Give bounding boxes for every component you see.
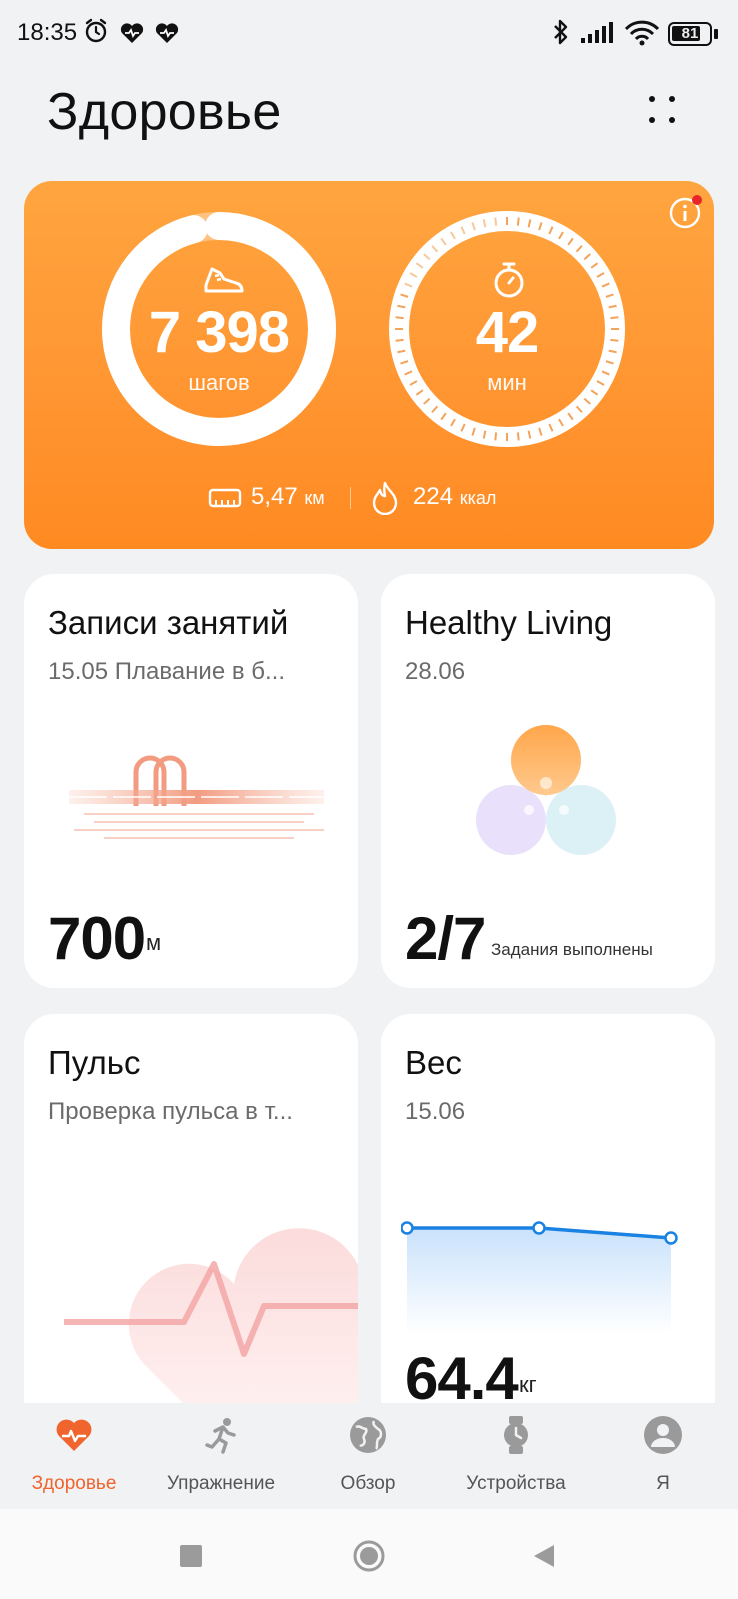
grid-dots-icon [649,96,675,123]
minutes-value: 42 [475,300,540,365]
globe-icon [350,1417,386,1453]
nav-label-discover: Обзор [340,1473,396,1494]
workout-records-card[interactable]: Записи занятий 15.05 Плавание в б... 700… [24,574,358,988]
healthy-living-petals-illustration [476,725,616,855]
weight-point [532,1221,546,1235]
distance-icon [208,488,242,508]
more-menu-button[interactable] [640,88,684,132]
weight-trend-chart [401,1221,678,1334]
steps-unit: шагов [188,370,250,395]
weight-unit: кг [519,1372,537,1397]
weight-point [401,1221,414,1235]
nav-label-health: Здоровье [31,1473,117,1494]
page-title: Здоровье [47,83,282,141]
flame-icon [372,481,398,515]
weight-subtitle: 15.06 [405,1098,466,1125]
back-button[interactable] [532,1543,556,1569]
workout-subtitle: 15.05 Плавание в б... [48,658,285,685]
bluetooth-icon [554,19,568,45]
nav-item-discover[interactable]: Обзор [298,1403,438,1509]
battery-tip [714,29,718,39]
battery-icon: 81 [668,22,712,46]
healthy-subtitle: 28.06 [405,658,466,685]
workout-unit: м [146,930,162,955]
distance-value: 5,47 [251,483,298,510]
healthy-title: Healthy Living [405,604,613,641]
bottom-navigation: Здоровье Упражнение Обзор Устройства Я [0,1403,738,1509]
workout-title: Записи занятий [48,604,289,641]
activity-card[interactable]: 7 398 шагов 42 мин 5,47 км 224 ккал [24,181,714,549]
wifi-icon [624,20,660,46]
health-heart-icon [120,23,144,43]
distance-unit: км [304,488,325,508]
profile-icon [644,1416,682,1454]
steps-value: 7 398 [148,300,290,365]
info-icon[interactable] [667,194,703,230]
pulse-card[interactable]: Пульс Проверка пульса в т... [24,1014,358,1434]
alarm-icon [85,18,107,43]
pulse-subtitle: Проверка пульса в т... [48,1098,293,1125]
minutes-unit: мин [487,370,527,395]
nav-item-exercise[interactable]: Упражнение [151,1403,291,1509]
nav-item-health[interactable]: Здоровье [4,1403,144,1509]
workout-value: 700 [48,905,146,972]
calories-unit: ккал [459,488,497,508]
stats-divider [350,487,351,509]
nav-item-me[interactable]: Я [593,1403,733,1509]
calories-value: 224 [413,483,454,510]
calories-stat: 224 ккал [413,483,496,511]
system-navigation-bar [0,1509,738,1599]
signal-icon [581,22,613,43]
minutes-tick [516,432,520,441]
heart-icon [56,1419,92,1451]
distance-stat: 5,47 км [251,483,325,511]
home-button[interactable] [352,1539,386,1573]
healthy-living-card[interactable]: Healthy Living 28.06 2/7 Задания выполне… [381,574,715,988]
healthy-caption: Задания выполнены [491,940,653,959]
stopwatch-icon [494,262,524,298]
nav-item-devices[interactable]: Устройства [446,1403,586,1509]
minutes-tick [494,217,498,226]
healthy-value: 2/7 [405,905,486,972]
shoe-icon [204,267,244,293]
nav-label-exercise: Упражнение [166,1473,276,1494]
minutes-tick [494,432,498,441]
weight-point [664,1231,678,1245]
heart-rate-icon [155,23,179,43]
status-time: 18:35 [17,19,78,46]
battery-level: 81 [681,25,699,42]
weight-title: Вес [405,1044,462,1081]
recents-button[interactable] [180,1545,202,1567]
pulse-title: Пульс [48,1044,141,1081]
weight-card[interactable]: Вес 15.06 64.4 кг [381,1014,715,1434]
watch-icon [504,1416,528,1454]
runner-icon [205,1418,236,1454]
status-bar: 18:35 81 [0,0,738,70]
nav-label-me: Я [656,1473,670,1494]
swimming-pool-illustration [69,755,324,839]
minutes-tick [516,217,520,226]
heart-pulse-illustration [64,1228,358,1434]
nav-label-devices: Устройства [466,1473,566,1494]
